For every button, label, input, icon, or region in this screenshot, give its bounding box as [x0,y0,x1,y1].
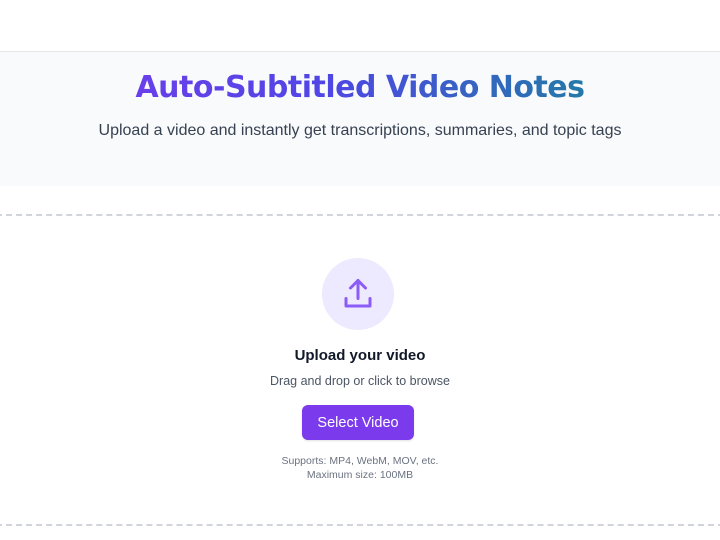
hero-section: Auto-Subtitled Video Notes Upload a vide… [0,52,720,186]
max-file-size: Maximum size: 100MB [306,469,414,481]
top-bar [0,0,720,52]
page-title: Auto-Subtitled Video Notes [0,69,720,107]
page-title-part2: Notes [488,70,585,105]
upload-requirements: Supports: MP4, WebM, MOV, etc. Maximum s… [0,454,720,482]
upload-icon-badge [322,258,394,330]
supported-formats: Supports: MP4, WebM, MOV, etc. [281,455,439,467]
page-title-part1: Auto-Subtitled Video [135,70,489,105]
select-video-button[interactable]: Select Video [302,405,414,440]
upload-hint: Drag and drop or click to browse [270,374,450,388]
upload-title: Upload your video [294,347,426,364]
page-subtitle: Upload a video and instantly get transcr… [98,122,622,139]
upload-icon [344,279,372,308]
